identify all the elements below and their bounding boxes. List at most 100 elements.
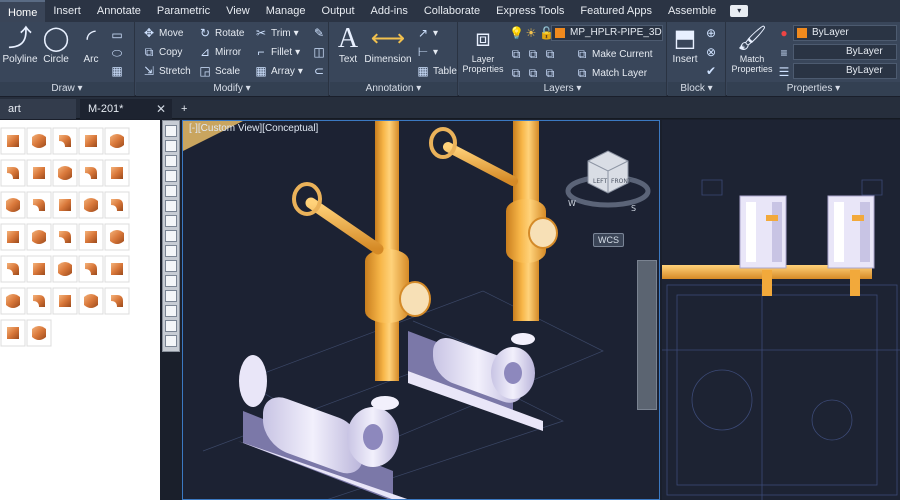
tab-output[interactable]: Output [314, 0, 363, 22]
tab-assemble[interactable]: Assemble [660, 0, 724, 22]
create-block-icon[interactable]: ⊕ [704, 26, 718, 40]
edit-pencil-icon[interactable]: ✎ [312, 26, 326, 40]
navigation-bar[interactable] [637, 260, 657, 410]
copy-button[interactable]: ⧉ Copy [142, 45, 183, 60]
ellipse-icon[interactable]: ⬭ [110, 46, 124, 61]
doc-tab-start[interactable]: art [0, 99, 76, 119]
dimension-button[interactable]: ⟷ Dimension [364, 24, 412, 65]
new-tab-button[interactable]: + [176, 99, 196, 119]
stretch-button[interactable]: ⇲ Stretch [142, 64, 191, 78]
rectangle-icon[interactable]: ▭ [110, 28, 124, 42]
layer-tools-row2[interactable]: ⧉ ⧉ ⧉ [509, 66, 557, 81]
lineweight-dropdown[interactable]: ByLayer [793, 63, 897, 79]
tab-manage[interactable]: Manage [258, 0, 314, 22]
annotation-panel-title[interactable]: Annotation ▾ [330, 82, 457, 96]
viewcube-front-face[interactable]: FRONT [611, 178, 632, 185]
match-layer-button[interactable]: ⧉ Match Layer [575, 66, 647, 81]
move-button[interactable]: ✥ Move [142, 26, 183, 40]
vertical-tool-button[interactable] [165, 305, 177, 317]
layer-color-swatch [555, 28, 565, 38]
text-button[interactable]: A Text [334, 24, 362, 66]
explode-icon[interactable]: ◫ [312, 45, 326, 59]
color-wheel-icon[interactable]: ● [777, 26, 791, 40]
multileader-icon[interactable]: ⊢ ▾ [416, 45, 438, 59]
copper-fitting-icon [85, 135, 97, 147]
polyline-button[interactable]: ⤴ Polyline [2, 24, 38, 65]
scale-button[interactable]: ◲ Scale [198, 64, 240, 78]
array-button[interactable]: ▦ Array ▾ [254, 64, 303, 78]
properties-panel-title[interactable]: Properties ▾ [727, 82, 900, 96]
vertical-tool-button[interactable] [165, 230, 177, 242]
copper-fitting-icon [32, 230, 46, 244]
vertical-tool-button[interactable] [165, 155, 177, 167]
rotate-button[interactable]: ↻ Rotate [198, 26, 245, 40]
vertical-tool-button[interactable] [165, 125, 177, 137]
layer-tools-row1[interactable]: ⧉ ⧉ ⧉ [509, 47, 557, 62]
mirror-button[interactable]: ⊿ Mirror [198, 45, 241, 59]
vertical-tool-button[interactable] [165, 275, 177, 287]
vertical-tool-button[interactable] [165, 335, 177, 347]
edit-block-icon[interactable]: ⊗ [704, 45, 718, 59]
vertical-tool-button[interactable] [165, 245, 177, 257]
layer-state-icons[interactable]: 💡 ☀ 🔓 [509, 26, 554, 40]
tab-parametric[interactable]: Parametric [149, 0, 218, 22]
vertical-tool-button[interactable] [165, 290, 177, 302]
tab-insert[interactable]: Insert [45, 0, 89, 22]
viewcube-left-face[interactable]: LEFT [593, 178, 607, 185]
vertical-tool-button[interactable] [165, 185, 177, 197]
linetype-icon[interactable]: ≡ [777, 46, 791, 60]
fillet-button[interactable]: ⌐ Fillet ▾ [254, 45, 300, 59]
vertical-tool-button[interactable] [165, 215, 177, 227]
linetype-dropdown[interactable]: ByLayer [793, 44, 897, 60]
vertical-tool-button[interactable] [165, 200, 177, 212]
offset-icon[interactable]: ⊂ [312, 64, 326, 78]
color-dropdown[interactable]: ByLayer [793, 25, 897, 41]
make-current-button[interactable]: ⧉ Make Current [575, 47, 653, 62]
trim-button[interactable]: ✂ Trim ▾ [254, 26, 299, 40]
insert-button[interactable]: ⬒ Insert [670, 24, 700, 65]
arc-button[interactable]: ◜ Arc [78, 24, 104, 65]
match-properties-button[interactable]: 🖌 Match Properties [729, 24, 775, 74]
doc-tab-m201[interactable]: M-201* ✕ [80, 99, 172, 119]
tab-home[interactable]: Home [0, 0, 46, 22]
plan-viewport[interactable] [662, 120, 900, 500]
vertical-tool-button[interactable] [165, 320, 177, 332]
tab-featured-apps[interactable]: Featured Apps [572, 0, 660, 22]
copper-fitting-icon [33, 167, 45, 179]
tab-express-tools[interactable]: Express Tools [488, 0, 572, 22]
mirror-icon: ⊿ [199, 45, 211, 59]
close-icon[interactable]: ✕ [156, 99, 166, 119]
tab-collaborate[interactable]: Collaborate [416, 0, 488, 22]
viewport-controls-label[interactable]: [-][Custom View][Conceptual] [189, 123, 318, 134]
vertical-tool-button[interactable] [165, 260, 177, 272]
layers-panel-title[interactable]: Layers ▾ [459, 82, 666, 96]
leader-icon[interactable]: ↗ ▾ [416, 26, 438, 40]
vertical-tool-button[interactable] [165, 170, 177, 182]
viewcube[interactable]: LEFT FRONT W S [565, 150, 651, 213]
compass-south[interactable]: S [631, 204, 636, 213]
edit-attributes-icon[interactable]: ✔ [704, 64, 718, 78]
tab-add-ins[interactable]: Add-ins [363, 0, 416, 22]
tab-annotate[interactable]: Annotate [89, 0, 149, 22]
copy-icon: ⧉ [144, 45, 154, 59]
vertical-tool-button[interactable] [165, 140, 177, 152]
draw-panel-title[interactable]: Draw ▾ [0, 82, 134, 96]
layer-dropdown[interactable]: MP_HPLR-PIPE_3D [551, 25, 663, 41]
circle-button[interactable]: ◯ Circle [40, 24, 72, 65]
copper-fitting-icon [6, 198, 20, 212]
annotation-panel: A Text ⟷ Dimension ↗ ▾ ⊢ ▾ ▦ Table Annota… [330, 22, 458, 96]
copper-fitting-icon [32, 134, 46, 148]
table-button[interactable]: ▦ Table [416, 64, 457, 78]
modify-panel-title[interactable]: Modify ▾ [136, 82, 328, 96]
compass-west[interactable]: W [568, 199, 576, 208]
match-layer-icon: ⧉ [577, 66, 587, 80]
lineweight-icon[interactable]: ☰ [777, 65, 791, 79]
trim-icon: ✂ [255, 26, 267, 40]
hatch-icon[interactable]: ▦ [110, 64, 124, 78]
wcs-menu[interactable]: WCS [593, 233, 624, 247]
layer-properties-button[interactable]: ⧈ Layer Properties [461, 24, 505, 74]
3d-viewport[interactable]: LEFT FRONT W S [-][Custom View][Conceptu… [182, 120, 660, 500]
block-panel-title[interactable]: Block ▾ [668, 82, 725, 96]
ribbon-minimize-button[interactable]: ▾ [730, 5, 749, 17]
tab-view[interactable]: View [218, 0, 258, 22]
